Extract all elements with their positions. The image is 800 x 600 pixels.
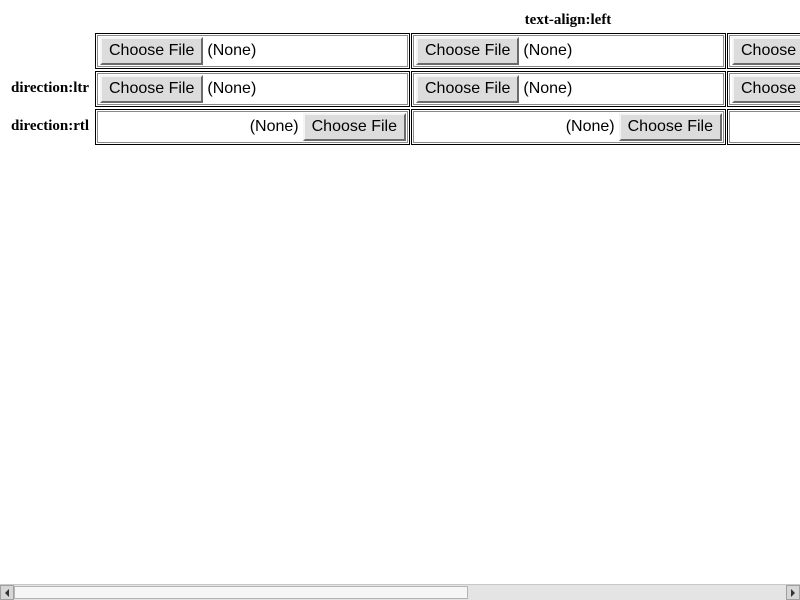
table-cell: Choose <box>727 71 800 107</box>
scroll-left-button[interactable] <box>0 585 14 600</box>
file-status-text: (None) <box>523 80 573 97</box>
file-status-text: (None) <box>207 80 257 97</box>
choose-file-button[interactable]: Choose File <box>416 75 520 103</box>
choose-file-button[interactable]: Choose <box>732 75 800 103</box>
file-input[interactable]: Choose File (None) <box>413 35 724 67</box>
table-cell: (None) Choose File <box>95 109 410 145</box>
file-input[interactable] <box>729 111 800 143</box>
arrow-left-icon <box>5 588 9 597</box>
file-input[interactable]: Choose File (None) <box>413 73 724 105</box>
choose-file-button[interactable]: Choose File <box>100 37 204 65</box>
file-status-text: (None) <box>249 118 299 135</box>
file-input[interactable]: Choose <box>729 35 800 67</box>
file-input[interactable]: Choose File (None) <box>97 73 408 105</box>
file-status-text: (None) <box>523 42 573 59</box>
horizontal-scrollbar[interactable] <box>0 584 800 600</box>
table-cell: Choose File (None) <box>411 33 726 69</box>
table-cell: Choose <box>727 33 800 69</box>
file-input[interactable]: Choose File (None) <box>97 35 408 67</box>
choose-file-button[interactable]: Choose File <box>302 113 406 141</box>
row-header-direction-ltr: direction:ltr <box>11 80 90 96</box>
table-cell: Choose File (None) <box>95 33 410 69</box>
file-status-text: (None) <box>565 118 615 135</box>
choose-file-button[interactable]: Choose File <box>416 37 520 65</box>
table-cell: Choose File (None) <box>95 71 410 107</box>
choose-file-button[interactable]: Choose <box>732 37 800 65</box>
arrow-right-icon <box>791 588 795 597</box>
file-input[interactable]: (None) Choose File <box>97 111 408 143</box>
file-status-text: (None) <box>207 42 257 59</box>
choose-file-button[interactable]: Choose File <box>618 113 722 141</box>
scroll-right-button[interactable] <box>786 585 800 600</box>
column-header-text-align-left: text-align:left <box>524 12 612 28</box>
choose-file-button[interactable]: Choose File <box>100 75 204 103</box>
table-cell <box>727 109 800 145</box>
table-cell: (None) Choose File <box>411 109 726 145</box>
row-header-direction-rtl: direction:rtl <box>11 118 90 134</box>
table-cell: Choose File (None) <box>411 71 726 107</box>
file-input[interactable]: (None) Choose File <box>413 111 724 143</box>
file-input[interactable]: Choose <box>729 73 800 105</box>
scrollbar-thumb[interactable] <box>14 586 468 599</box>
